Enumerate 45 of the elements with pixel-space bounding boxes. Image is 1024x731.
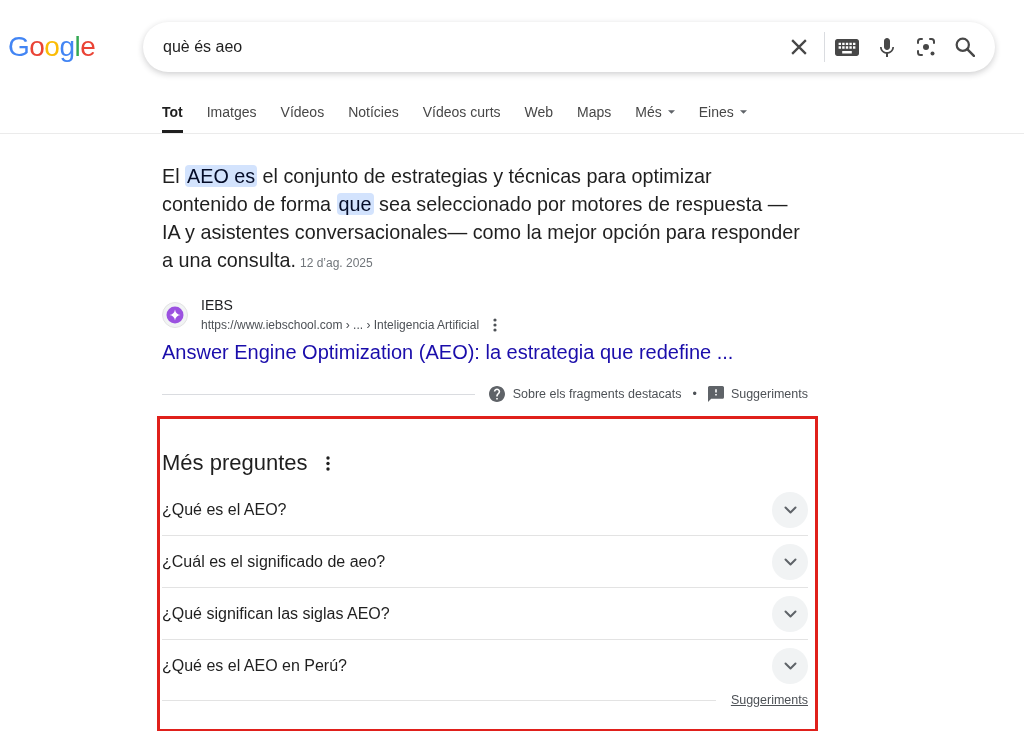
tab[interactable]: Tot xyxy=(162,90,183,133)
feedback-link[interactable]: Suggeriments xyxy=(730,693,808,707)
tab[interactable]: Eines xyxy=(698,90,747,133)
chevron-icon xyxy=(783,609,797,618)
separator: • xyxy=(692,387,697,401)
tab[interactable]: Més xyxy=(635,90,675,133)
caret-icon xyxy=(667,109,675,114)
snippet-text: El AEO es el conjunto de estrategias y técnicas para optimizar contenido de forma que sea seleccionado por motores de respuesta —IA y asistentes conversacionales— como la mejor opción para responder a una consulta. 12 d’ag. 2025 xyxy=(162,164,801,273)
more-options-icon[interactable] xyxy=(493,318,498,332)
chevron-icon xyxy=(783,557,797,566)
tab[interactable]: Vídeos xyxy=(280,90,325,133)
keyboard-icon[interactable] xyxy=(835,38,859,56)
expand-button[interactable] xyxy=(772,543,808,580)
microphone-icon[interactable] xyxy=(880,37,894,57)
source-name: IEBS xyxy=(201,296,233,315)
help-icon xyxy=(488,386,505,402)
section-heading: Més preguntes xyxy=(162,449,308,477)
camera-lens-icon[interactable] xyxy=(916,37,936,57)
question-text[interactable]: ¿Qué significan las siglas AEO? xyxy=(162,604,390,623)
chevron-icon xyxy=(783,662,797,670)
expand-button[interactable] xyxy=(772,491,808,528)
tab[interactable]: Notícies xyxy=(348,90,399,133)
sparkle-favicon-icon xyxy=(162,302,188,328)
expand-button[interactable] xyxy=(772,595,808,632)
about-snippets-link[interactable]: Sobre els fragments destacats xyxy=(488,386,682,402)
tab[interactable]: Web xyxy=(524,90,554,133)
more-options-icon[interactable] xyxy=(325,455,330,471)
tab[interactable]: Imatges xyxy=(206,90,257,133)
result-title-link[interactable]: Answer Engine Optimization (AEO): la estrategia que redefine ... xyxy=(162,339,734,365)
tab[interactable]: Maps xyxy=(577,90,612,133)
search-icon[interactable] xyxy=(955,37,975,57)
chevron-icon xyxy=(783,505,797,514)
clear-icon[interactable] xyxy=(791,39,807,55)
question-text[interactable]: ¿Cuál es el significado de aeo? xyxy=(162,552,386,571)
expand-button[interactable] xyxy=(772,648,808,684)
search-field[interactable]: què és aeo xyxy=(163,35,791,59)
tab[interactable]: Vídeos curts xyxy=(422,90,501,133)
source-url: https://www.iebschool.com › ... › Inteligencia Artificial xyxy=(201,317,480,334)
logo[interactable]: Google xyxy=(8,31,96,63)
feedback-link[interactable]: Suggeriments xyxy=(707,386,808,402)
question-text[interactable]: ¿Qué es el AEO? xyxy=(162,500,287,519)
question-text[interactable]: ¿Qué es el AEO en Perú? xyxy=(162,657,347,675)
feedback-icon xyxy=(707,386,724,402)
snippet-date: 12 d’ag. 2025 xyxy=(299,256,373,270)
caret-icon xyxy=(739,109,747,114)
